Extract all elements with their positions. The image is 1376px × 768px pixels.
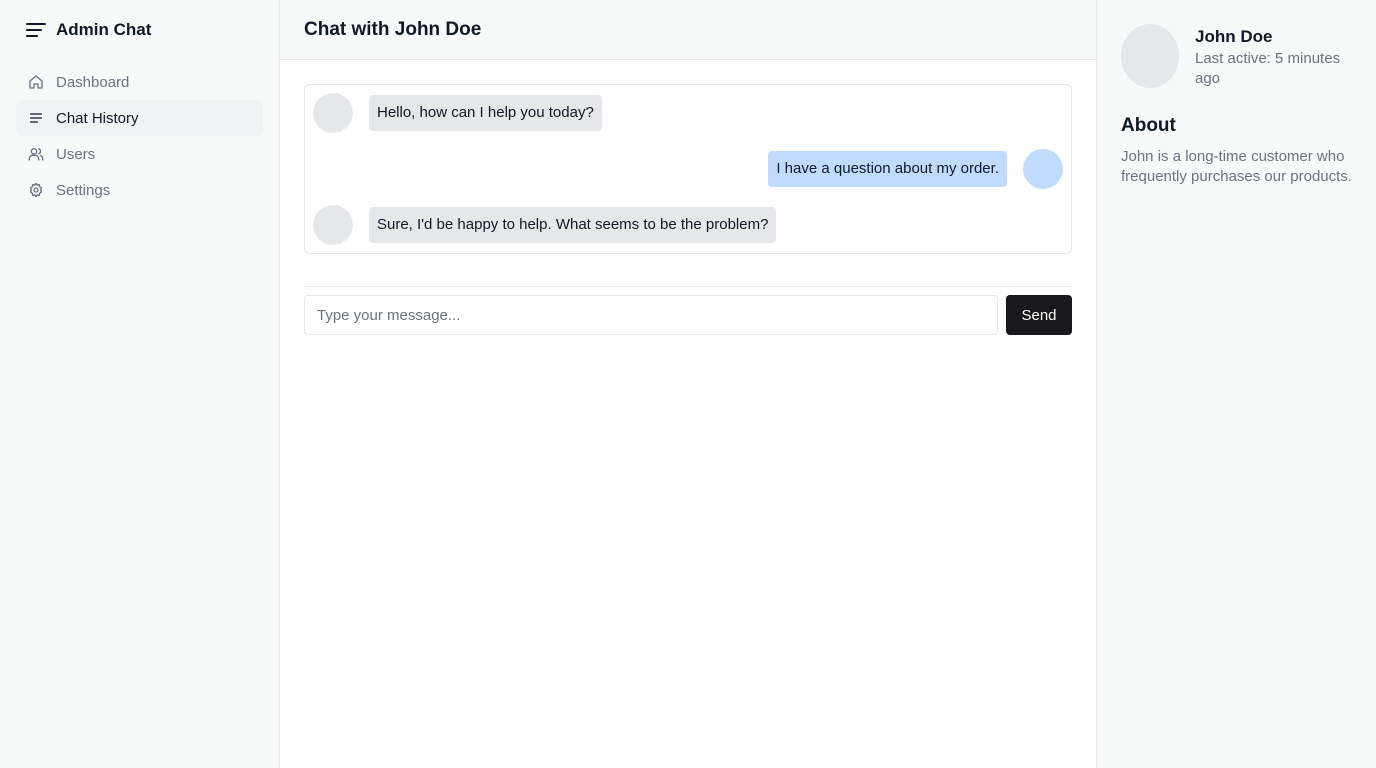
message-composer: Send	[304, 295, 1072, 335]
avatar	[313, 93, 353, 133]
profile-name: John Doe	[1195, 27, 1273, 46]
about-text: John is a long-time customer who frequen…	[1121, 148, 1352, 185]
avatar	[1121, 24, 1179, 88]
message-list: Hello, how can I help you today? I have …	[304, 84, 1072, 254]
brand-title: Admin Chat	[56, 20, 152, 39]
last-active-status: Last active: 5 minutes ago	[1195, 50, 1341, 87]
sidebar-nav: Dashboard Chat History Users Settings	[0, 60, 279, 212]
chat-body: Hello, how can I help you today? I have …	[280, 60, 1096, 359]
users-icon	[28, 146, 44, 162]
send-button[interactable]: Send	[1006, 295, 1072, 335]
message-bubble: Sure, I'd be happy to help. What seems t…	[369, 207, 777, 243]
sidebar-item-dashboard[interactable]: Dashboard	[16, 64, 263, 100]
gear-icon	[28, 182, 44, 198]
menu-icon[interactable]	[24, 18, 48, 42]
sidebar-item-label: Settings	[56, 181, 111, 199]
chat-main: Chat with John Doe Hello, how can I help…	[280, 0, 1096, 768]
sidebar-item-settings[interactable]: Settings	[16, 172, 263, 208]
sidebar: Admin Chat Dashboard Chat History Users …	[0, 0, 280, 768]
app-root: Admin Chat Dashboard Chat History Users …	[0, 0, 1376, 768]
list-icon	[28, 110, 44, 126]
sidebar-item-chat-history[interactable]: Chat History	[16, 100, 263, 136]
sidebar-item-users[interactable]: Users	[16, 136, 263, 172]
about-heading: About	[1121, 115, 1176, 136]
message-bubble: Hello, how can I help you today?	[369, 95, 602, 131]
composer-divider	[304, 286, 1072, 287]
message-input[interactable]	[304, 295, 998, 335]
message-row: I have a question about my order.	[313, 149, 1063, 189]
avatar	[1023, 149, 1063, 189]
home-icon	[28, 74, 44, 90]
user-profile-panel: John Doe Last active: 5 minutes ago Abou…	[1096, 0, 1376, 768]
sidebar-item-label: Dashboard	[56, 73, 130, 91]
message-row: Hello, how can I help you today?	[313, 93, 1063, 133]
avatar	[313, 205, 353, 245]
chat-header: Chat with John Doe	[280, 0, 1096, 60]
brand: Admin Chat	[0, 0, 279, 60]
sidebar-item-label: Chat History	[56, 109, 139, 127]
sidebar-item-label: Users	[56, 145, 96, 163]
profile-header: John Doe Last active: 5 minutes ago	[1121, 24, 1352, 89]
message-row: Sure, I'd be happy to help. What seems t…	[313, 205, 1063, 245]
page-title: Chat with John Doe	[304, 18, 482, 40]
message-bubble: I have a question about my order.	[768, 151, 1007, 187]
profile-info: John Doe Last active: 5 minutes ago	[1195, 24, 1352, 89]
